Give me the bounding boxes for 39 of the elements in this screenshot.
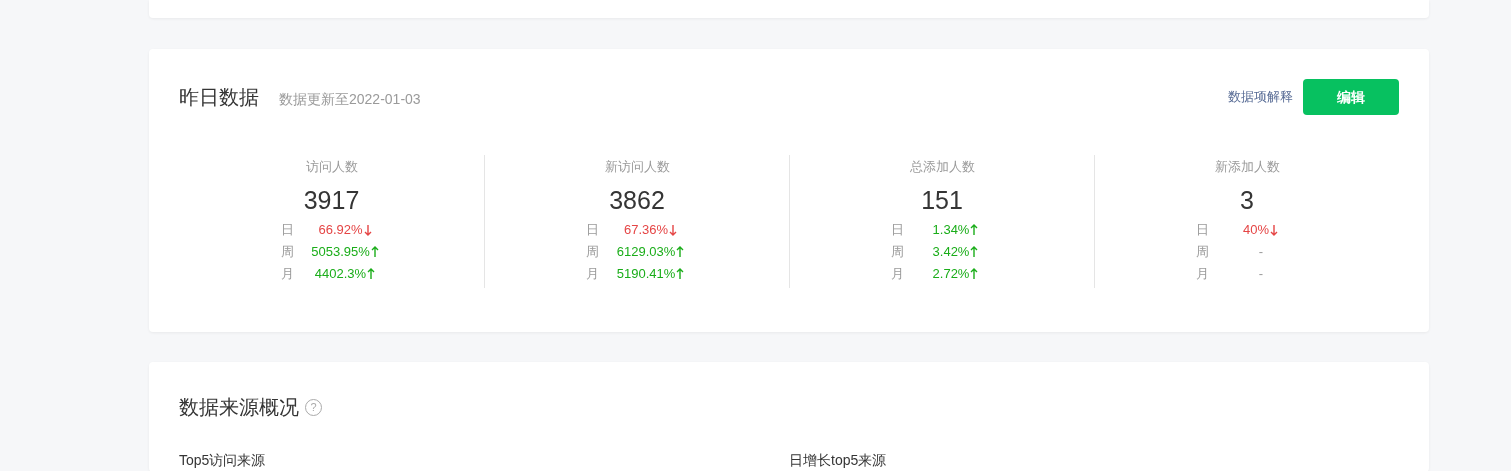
period-label: 周: [891, 242, 905, 261]
change-value: 1.34%: [932, 220, 970, 239]
change-value: 2.72%: [932, 264, 970, 283]
change-value: 40%: [1243, 220, 1269, 239]
metric-value: 3917: [303, 184, 360, 215]
period-label: 月: [891, 264, 905, 283]
period-label: 周: [280, 242, 295, 261]
subsection-title: Top5访问来源: [179, 452, 266, 468]
period-label: 月: [586, 264, 600, 283]
change-value: -: [1258, 242, 1264, 261]
update-date: 数据更新至2022-01-03: [279, 90, 421, 109]
change-value: 6129.03%: [616, 242, 676, 261]
metric-label: 新访问人数: [604, 158, 670, 176]
metric-label: 新添加人数: [1214, 158, 1280, 176]
metric-value: 3: [1240, 184, 1254, 215]
period-label: 月: [1196, 264, 1210, 283]
metric-value: 151: [921, 184, 963, 215]
change-value: 3.42%: [932, 242, 970, 261]
section-title: 昨日数据: [179, 85, 259, 110]
period-label: 日: [586, 220, 600, 239]
change-value: 66.92%: [318, 220, 363, 239]
period-label: 周: [1196, 242, 1210, 261]
metric-label: 访问人数: [305, 158, 358, 176]
edit-button[interactable]: 编辑: [1303, 79, 1399, 115]
period-label: 日: [280, 220, 295, 239]
change-value: -: [1258, 264, 1264, 283]
period-label: 月: [280, 264, 295, 283]
metric-value: 3862: [609, 184, 665, 215]
metric-label: 总添加人数: [909, 158, 975, 176]
change-value: 4402.3%: [314, 264, 367, 283]
change-value: 67.36%: [623, 220, 669, 239]
change-value: 5190.41%: [616, 264, 676, 283]
period-label: 日: [891, 220, 905, 239]
help-link[interactable]: 数据项解释: [1228, 87, 1293, 107]
section-title: 数据来源概况: [179, 395, 299, 420]
subsection-title: 日增长top5来源: [789, 452, 887, 468]
period-label: 日: [1196, 220, 1210, 239]
change-value: 5053.95%: [311, 242, 370, 261]
period-label: 周: [586, 242, 600, 261]
